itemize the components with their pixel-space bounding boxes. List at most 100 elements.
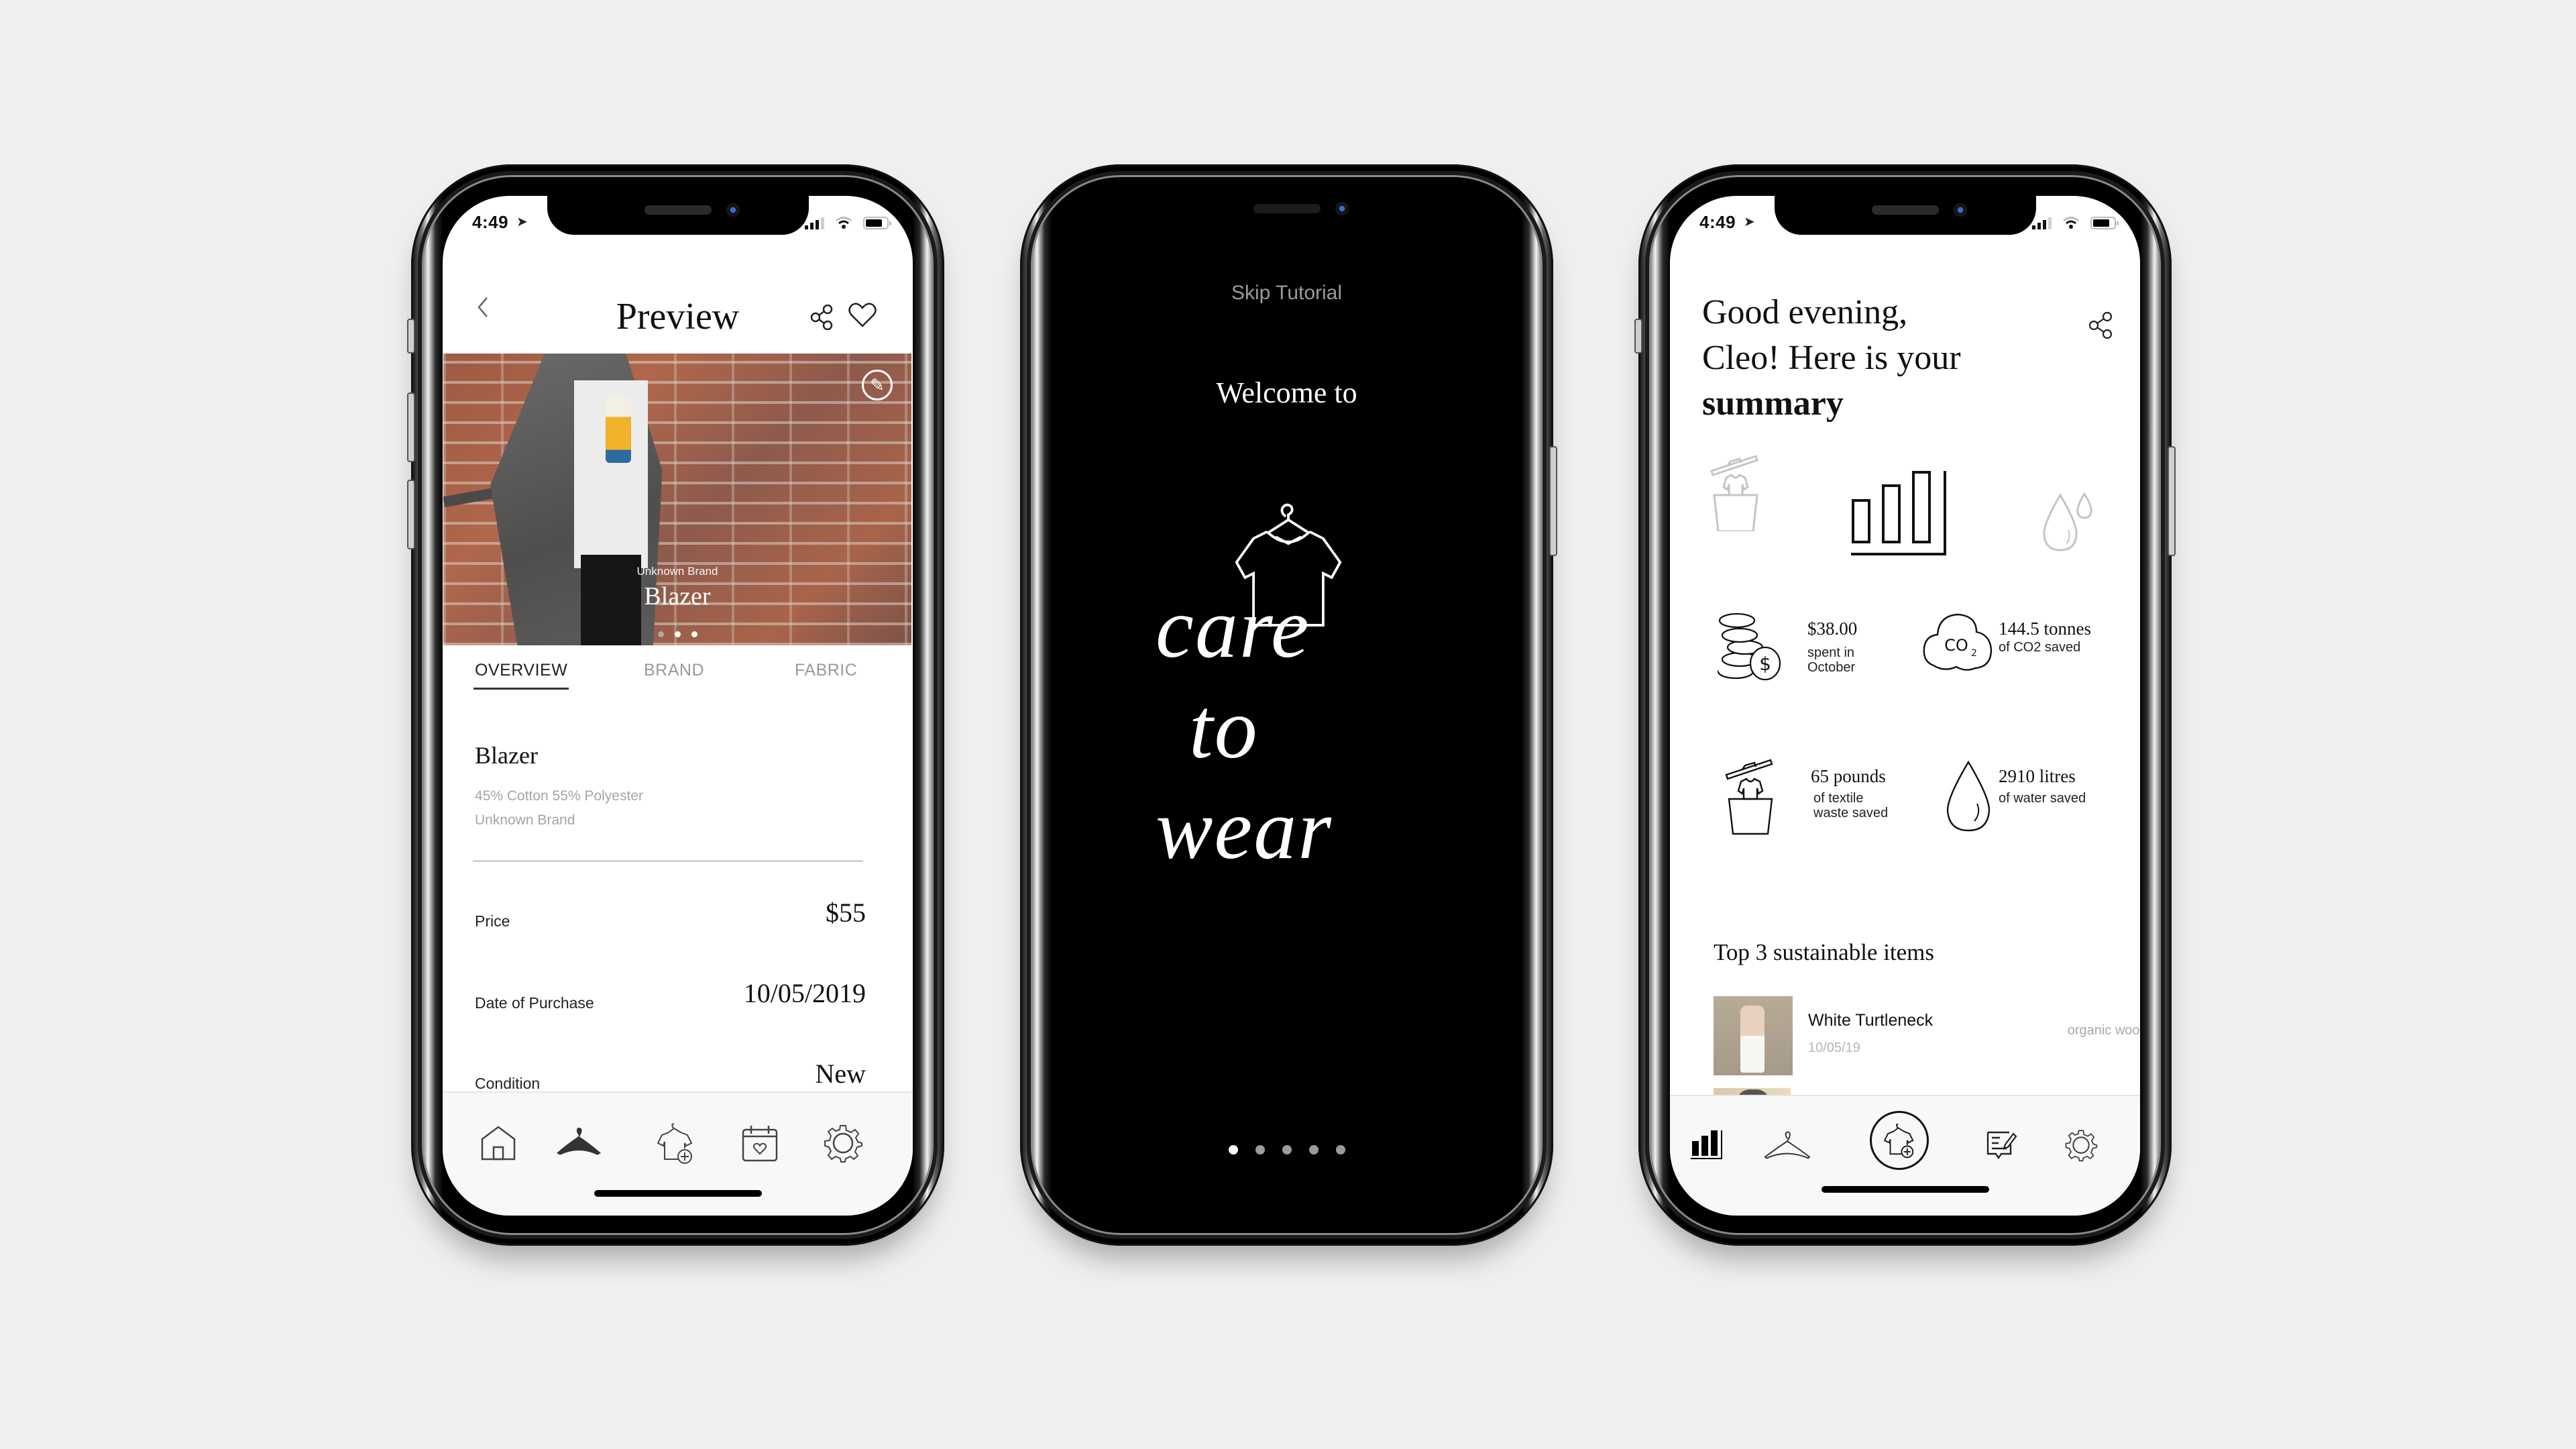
power-button	[1549, 446, 1557, 556]
share-icon	[810, 304, 833, 331]
stat-textile-value: 65 pounds	[1811, 766, 1886, 786]
tab-overview[interactable]: OVERVIEW	[473, 661, 569, 690]
battery-icon	[2090, 217, 2119, 229]
battery-icon	[863, 217, 891, 229]
purchase-date-label: Date of Purchase	[475, 994, 594, 1012]
price-value: $55	[826, 898, 866, 928]
co2-cloud-icon: CO 2	[1923, 613, 1993, 671]
category-stats-tab[interactable]	[1851, 471, 1948, 561]
water-drop-icon	[1946, 760, 1991, 832]
power-button	[2168, 446, 2176, 556]
divider	[473, 860, 863, 862]
stat-textile-icon-wrap	[1724, 756, 1779, 839]
carousel-dot[interactable]	[691, 631, 697, 637]
app-name-line-1: care	[1156, 580, 1310, 676]
textile-bin-icon	[1710, 455, 1758, 533]
stat-co2-caption: of CO2 saved	[1999, 640, 2081, 655]
item-meta: 45% Cotton 55% Polyester Unknown Brand	[475, 784, 643, 833]
item-photo-carousel[interactable]: ✎ Unknown Brand Blazer	[443, 354, 911, 645]
app-name-line-3: wear	[1156, 782, 1333, 877]
app-name-line-2: to	[1189, 681, 1259, 776]
bar-chart-icon	[1691, 1130, 1722, 1159]
speaker	[1871, 205, 1939, 215]
tab-calendar[interactable]	[736, 1120, 783, 1167]
share-button[interactable]	[810, 304, 833, 333]
pager-dot[interactable]	[1228, 1145, 1238, 1155]
tab-settings[interactable]	[820, 1120, 866, 1167]
share-button[interactable]	[2088, 311, 2113, 343]
pager-dot[interactable]	[1282, 1145, 1292, 1155]
gear-icon	[824, 1125, 862, 1163]
calendar-heart-icon	[742, 1126, 778, 1162]
tab-wardrobe[interactable]	[1764, 1122, 1811, 1169]
speaker	[1253, 204, 1321, 213]
tab-settings[interactable]	[2058, 1122, 2105, 1169]
tab-fabric[interactable]: FABRIC	[795, 661, 857, 680]
item-brand: Unknown Brand	[475, 812, 575, 828]
stat-textile-caption: of textile waste saved	[1813, 791, 1888, 820]
phone-summary: 4:49 ➤ Good evening, Cleo! Here is your …	[1634, 164, 2176, 1246]
tab-add-item[interactable]	[652, 1120, 699, 1167]
item-composition: 45% Cotton 55% Polyester	[475, 788, 643, 804]
stat-water-caption: of water saved	[1999, 791, 2086, 806]
top-items-title: Top 3 sustainable items	[1714, 939, 1935, 965]
tab-summary[interactable]	[1683, 1122, 1730, 1169]
bottom-tab-bar	[443, 1091, 913, 1216]
stat-co2-value: 144.5 tonnes	[1999, 619, 2091, 639]
stat-textile-caption-line: of textile	[1813, 791, 1864, 806]
heart-icon	[848, 303, 877, 327]
hero-item-name: Blazer	[644, 582, 711, 610]
greeting-line-3: summary	[1702, 384, 1844, 423]
add-clothing-icon	[657, 1123, 693, 1164]
volume-up-button	[407, 392, 415, 462]
pager-dot[interactable]	[1308, 1145, 1319, 1155]
carousel-dot[interactable]	[657, 631, 664, 637]
stat-spending-icon-wrap: $	[1716, 608, 1789, 686]
item-date: 10/05/19	[1808, 1040, 1860, 1055]
pager-dot[interactable]	[1255, 1145, 1265, 1155]
tab-brand[interactable]: BRAND	[644, 661, 704, 680]
favorite-button[interactable]	[848, 302, 877, 332]
cellular-signal-icon	[2032, 217, 2052, 229]
greeting: Good evening, Cleo! Here is your summary	[1702, 290, 1961, 427]
welcome-text: Welcome to	[1216, 376, 1357, 409]
tab-add-item[interactable]	[1870, 1111, 1929, 1170]
home-indicator[interactable]	[1821, 1186, 1989, 1193]
edit-photo-button[interactable]: ✎	[862, 370, 893, 400]
tab-journal[interactable]	[1978, 1122, 2025, 1169]
item-title: White Turtleneck	[1808, 1011, 1934, 1030]
pencil-icon: ✎	[870, 374, 885, 395]
top-item-row[interactable]: White Turtleneck 10/05/19 organic wool	[1714, 996, 2140, 1077]
hanger-icon	[557, 1127, 601, 1155]
stat-spending-caption-line: October	[1807, 660, 1856, 675]
hero-brand: Unknown Brand	[636, 565, 718, 578]
textile-bin-icon	[1725, 759, 1773, 835]
mute-switch	[407, 319, 415, 354]
category-textile-tab[interactable]	[1709, 451, 1764, 535]
price-label: Price	[475, 912, 510, 930]
pager-dot[interactable]	[1335, 1145, 1345, 1155]
category-water-tab[interactable]	[2040, 492, 2096, 556]
notch	[547, 196, 809, 235]
location-arrow-icon: ➤	[516, 215, 528, 229]
carousel-dot[interactable]	[674, 631, 681, 637]
tab-wardrobe[interactable]	[555, 1120, 602, 1167]
tab-home[interactable]	[475, 1120, 522, 1167]
phone-preview: 4:49 ➤ Preview ✎ Unknown Brand Blazer OV…	[407, 164, 944, 1246]
stat-spending-caption-line: spent in	[1807, 645, 1855, 660]
add-clothing-icon	[1883, 1123, 1914, 1159]
greeting-line-2: Cleo! Here is your	[1702, 339, 1961, 377]
cellular-signal-icon	[805, 217, 824, 229]
svg-text:CO: CO	[1944, 636, 1968, 655]
stat-water-value: 2910 litres	[1999, 766, 2076, 786]
bottom-tab-bar	[1670, 1095, 2140, 1216]
greeting-line-1: Good evening,	[1702, 293, 1908, 331]
condition-label: Condition	[475, 1075, 541, 1092]
home-indicator[interactable]	[594, 1190, 762, 1197]
stat-spending-value: $38.00	[1807, 619, 1858, 639]
detail-tabs: OVERVIEW BRAND FABRIC	[443, 661, 913, 694]
wifi-icon	[836, 217, 852, 229]
skip-tutorial-button[interactable]: Skip Tutorial	[1052, 282, 1522, 305]
stat-textile-caption-line: waste saved	[1813, 806, 1889, 820]
svg-text:$: $	[1759, 653, 1771, 675]
